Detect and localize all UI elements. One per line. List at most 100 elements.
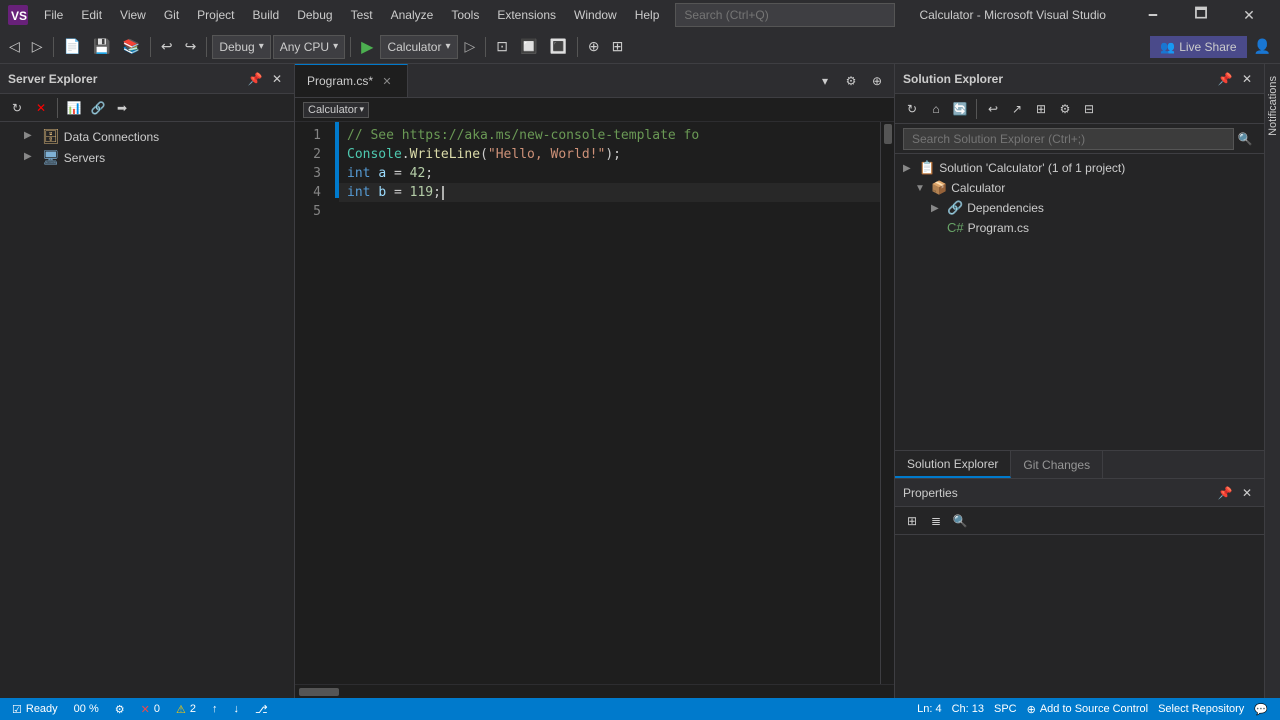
status-feedback[interactable]: 💬 (1250, 703, 1272, 716)
tab-expand-btn[interactable]: ⊕ (866, 70, 888, 92)
sol-programcs-item[interactable]: ▶ C# Program.cs (895, 218, 1264, 237)
sol-nav-btn[interactable]: ⌂ (925, 98, 947, 120)
stop-btn[interactable]: ✕ (30, 97, 52, 119)
tab-git-changes[interactable]: Git Changes (1011, 451, 1103, 478)
status-settings-icon[interactable]: ⚙ (111, 698, 129, 720)
editor-content[interactable]: 1 2 3 4 5 // See https://aka.ms/new-cons… (295, 122, 894, 684)
minimize-button[interactable]: 🗕 (1130, 0, 1176, 30)
redo-btn[interactable]: ↪ (180, 34, 202, 60)
code-editor[interactable]: // See https://aka.ms/new-console-templa… (339, 122, 880, 684)
server-icon: 🖥 (42, 149, 60, 166)
tab-settings-btn[interactable]: ⚙ (840, 70, 862, 92)
tab-solution-explorer[interactable]: Solution Explorer (895, 451, 1011, 478)
prop-search-btn[interactable]: 🔍 (949, 510, 971, 532)
close-button[interactable]: ✕ (1226, 0, 1272, 30)
menu-view[interactable]: View (112, 4, 154, 26)
status-down-icon[interactable]: ↓ (229, 698, 243, 720)
sol-close-btn[interactable]: ✕ (1238, 70, 1256, 88)
sol-project-item[interactable]: ▼ 📦 Calculator (895, 178, 1264, 198)
status-ready[interactable]: ☑ Ready (8, 698, 62, 720)
toolbar-misc3[interactable]: 🔳 (544, 34, 571, 60)
sol-tool2-btn[interactable]: ↗ (1006, 98, 1028, 120)
sol-nav2-btn[interactable]: 🔄 (949, 98, 971, 120)
save-all-btn[interactable]: 📚 (117, 34, 144, 60)
status-warnings[interactable]: ⚠ 2 (172, 698, 200, 720)
tab-dropdown-btn[interactable]: ▾ (814, 70, 836, 92)
sol-refresh-btn[interactable]: ↻ (901, 98, 923, 120)
editor-tab-program-cs[interactable]: Program.cs* ✕ (295, 64, 408, 97)
status-select-repo[interactable]: Select Repository (1154, 703, 1248, 715)
account-btn[interactable]: 👤 (1249, 34, 1276, 60)
undo-btn[interactable]: ↩ (156, 34, 178, 60)
prop-pin-btn[interactable]: 📌 (1216, 484, 1234, 502)
prop-grid-btn[interactable]: ⊞ (901, 510, 923, 532)
title-search-input[interactable] (675, 3, 895, 27)
toolbar-misc4[interactable]: ⊕ (583, 34, 605, 60)
sol-settings-btn[interactable]: ⚙ (1054, 98, 1076, 120)
run-button[interactable]: ▶ (356, 34, 378, 60)
tool3-btn[interactable]: ➡ (111, 97, 133, 119)
menu-file[interactable]: File (36, 4, 71, 26)
tool2-btn[interactable]: 🔗 (87, 97, 109, 119)
status-errors[interactable]: ✕ 0 (137, 698, 164, 720)
sol-tool3-btn[interactable]: ⊞ (1030, 98, 1052, 120)
save-btn[interactable]: 💾 (88, 34, 115, 60)
menu-help[interactable]: Help (627, 4, 668, 26)
prop-list-btn[interactable]: ≣ (925, 510, 947, 532)
status-line[interactable]: Ln: 4 (913, 703, 945, 715)
prop-close-btn[interactable]: ✕ (1238, 484, 1256, 502)
horizontal-scrollbar[interactable] (295, 684, 894, 698)
new-project-btn[interactable]: 📄 (59, 34, 86, 60)
vertical-scrollbar[interactable] (880, 122, 894, 684)
menu-project[interactable]: Project (189, 4, 242, 26)
platform-dropdown[interactable]: Any CPU (273, 35, 345, 59)
status-branch[interactable]: ⎇ (251, 698, 272, 720)
status-encoding[interactable]: SPC (990, 703, 1021, 715)
status-col[interactable]: Ch: 13 (948, 703, 988, 715)
run-nobuild-btn[interactable]: ▷ (460, 34, 481, 60)
tool1-btn[interactable]: 📊 (63, 97, 85, 119)
tab-close-icon[interactable]: ✕ (379, 73, 395, 89)
menu-build[interactable]: Build (245, 4, 288, 26)
sol-root-item[interactable]: ▶ 📋 Solution 'Calculator' (1 of 1 projec… (895, 158, 1264, 178)
scroll-thumb[interactable] (884, 124, 892, 144)
pin-button[interactable]: 📌 (246, 70, 264, 88)
menu-test[interactable]: Test (343, 4, 381, 26)
menu-debug[interactable]: Debug (289, 4, 340, 26)
tree-servers[interactable]: ▶ 🖥 Servers (0, 147, 294, 168)
status-up-icon[interactable]: ↑ (208, 698, 222, 720)
notifications-label[interactable]: Notifications (1265, 68, 1280, 144)
solution-search-input[interactable] (903, 128, 1234, 150)
toolbar-misc5[interactable]: ⊞ (607, 34, 629, 60)
sol-dependencies-item[interactable]: ▶ 🔗 Dependencies (895, 198, 1264, 218)
status-source-control[interactable]: ⊕ Add to Source Control (1023, 703, 1152, 716)
live-share-button[interactable]: 👥 Live Share (1150, 36, 1246, 58)
hscroll-thumb[interactable] (299, 688, 339, 696)
menu-git[interactable]: Git (156, 4, 187, 26)
encoding-label: SPC (994, 703, 1017, 715)
live-share-label: Live Share (1179, 40, 1236, 54)
sol-tool1-btn[interactable]: ↩ (982, 98, 1004, 120)
forward-button[interactable]: ▷ (27, 34, 48, 60)
tab-label: Program.cs* (307, 74, 373, 88)
menu-edit[interactable]: Edit (73, 4, 110, 26)
sol-collapse-btn[interactable]: ⊟ (1078, 98, 1100, 120)
sol-pin-btn[interactable]: 📌 (1216, 70, 1234, 88)
refresh-btn[interactable]: ↻ (6, 97, 28, 119)
menu-extensions[interactable]: Extensions (489, 4, 564, 26)
panel-close-button[interactable]: ✕ (268, 70, 286, 88)
tree-data-connections[interactable]: ▶ 🗄 Data Connections (0, 126, 294, 147)
menu-analyze[interactable]: Analyze (383, 4, 442, 26)
menu-tools[interactable]: Tools (443, 4, 487, 26)
run-target-dropdown[interactable]: Calculator (380, 35, 457, 59)
status-zoom[interactable]: 00 % (70, 698, 103, 720)
toolbar-misc1[interactable]: ⊡ (491, 34, 513, 60)
back-button[interactable]: ◁ (4, 34, 25, 60)
down-arrow-icon: ↓ (233, 703, 239, 715)
toolbar-misc2[interactable]: 🔲 (515, 34, 542, 60)
maximize-button[interactable]: 🗖 (1178, 0, 1224, 30)
debug-mode-dropdown[interactable]: Debug (212, 35, 270, 59)
menu-window[interactable]: Window (566, 4, 625, 26)
breadcrumb-calculator[interactable]: Calculator (303, 102, 369, 118)
search-icon[interactable]: 🔍 (1234, 128, 1256, 150)
